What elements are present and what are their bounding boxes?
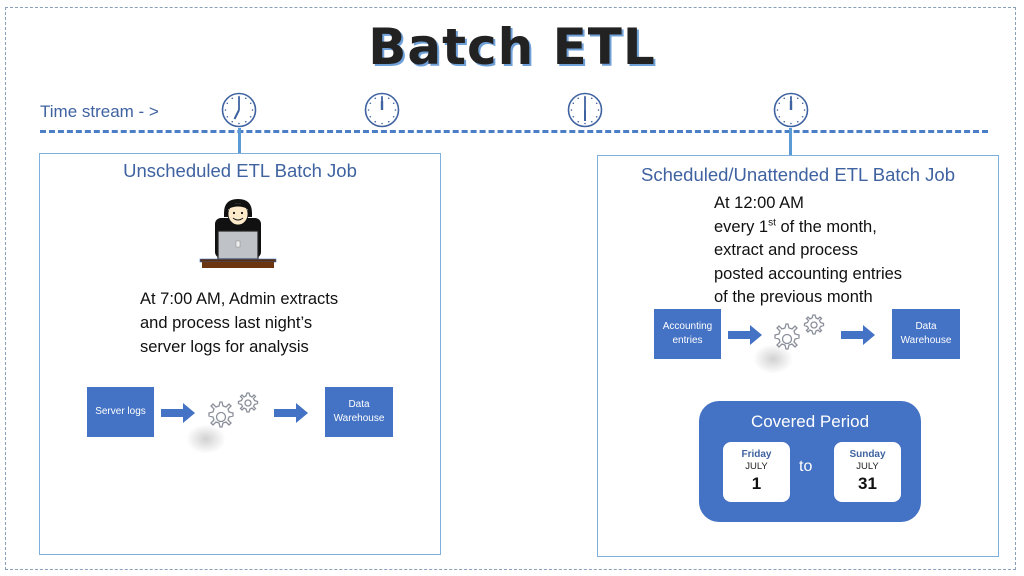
arrow-right-icon (161, 403, 195, 423)
clock-tick (249, 102, 252, 105)
data-warehouse-box: Data Warehouse (325, 387, 393, 437)
gears-icon (774, 314, 825, 350)
time-stream-label: Time stream - > (40, 102, 159, 121)
covered-period-title: Covered Period (750, 412, 870, 431)
clock-tick (244, 120, 247, 123)
clock-tick (590, 97, 593, 100)
clock-tick (595, 102, 598, 105)
period-start-date: Friday JULY 1 (723, 442, 790, 502)
clock-tick (374, 97, 377, 100)
date-month: JULY (856, 461, 879, 472)
clock-tick (387, 120, 390, 123)
data-warehouse-box: Data Warehouse (892, 309, 960, 359)
description-line: At 7:00 AM, Admin extracts (140, 290, 339, 308)
clock-tick (783, 120, 786, 123)
clock-tick (226, 115, 229, 118)
clock-tick (778, 102, 781, 105)
arrow-right-icon (728, 325, 762, 345)
clock-tick (244, 97, 247, 100)
clock-tick (572, 102, 575, 105)
unscheduled-description: At 7:00 AM, Admin extracts and process l… (140, 287, 338, 359)
clock-tick (790, 122, 792, 125)
period-separator: to (799, 458, 813, 475)
description-line: At 12:00 AM (714, 194, 804, 212)
timeline-line (40, 130, 988, 133)
date-day: Friday (741, 449, 772, 460)
period-end-date: Sunday JULY 31 (834, 442, 901, 502)
clock-tick (251, 109, 254, 111)
clock-icon (364, 92, 400, 128)
accounting-entries-box: Accounting entries (654, 309, 721, 359)
clock-tick (572, 115, 575, 118)
admin-at-laptop-icon (199, 199, 277, 268)
clock-tick (224, 109, 227, 111)
clock-tick (801, 115, 804, 118)
clock-tick (595, 115, 598, 118)
clock-tick (584, 122, 586, 125)
unscheduled-panel: Unscheduled ETL Batch Job At 7:00 AM, Ad… (39, 153, 441, 555)
clock-tick (778, 115, 781, 118)
timeline-connector (238, 128, 241, 154)
clock-tick (367, 109, 370, 111)
clock-tick (597, 109, 600, 111)
date-day: Sunday (849, 449, 886, 460)
clock-tick (783, 97, 786, 100)
clock-icon (221, 92, 257, 128)
clock-icon (567, 92, 603, 128)
description-line: and process last night’s (140, 314, 313, 332)
clock-tick (381, 122, 383, 125)
description-line: server logs for analysis (140, 338, 309, 356)
clock-tick (577, 120, 580, 123)
date-month: JULY (745, 461, 768, 472)
description-text: every 1 (714, 217, 769, 236)
clock-tick (801, 102, 804, 105)
clock-tick (796, 97, 799, 100)
clock-tick (226, 102, 229, 105)
clock-tick (394, 109, 397, 111)
description-text: of the month, (775, 217, 877, 236)
description-line: every 1st of the month, (714, 216, 902, 240)
clock-tick (577, 97, 580, 100)
clock-tick (231, 120, 234, 123)
clock-tick (231, 97, 234, 100)
clock-tick (387, 97, 390, 100)
box-label-line: Data (348, 399, 370, 410)
gears-icon (208, 392, 259, 428)
page-title: Batch ETL (368, 18, 656, 76)
scheduled-panel-title: Scheduled/Unattended ETL Batch Job (640, 164, 956, 185)
arrow-right-icon (274, 403, 308, 423)
covered-period-card: Covered Period Friday JULY 1 to Sunday J… (699, 401, 921, 522)
date-number: 1 (751, 474, 762, 493)
clock-tick (369, 115, 372, 118)
clock-tick (249, 115, 252, 118)
clock-tick (776, 109, 779, 111)
clock-tick (392, 102, 395, 105)
ordinal-suffix: st (768, 217, 776, 228)
unscheduled-panel-title: Unscheduled ETL Batch Job (123, 160, 357, 181)
box-label-line: Warehouse (333, 413, 385, 424)
description-line: of the previous month (714, 288, 873, 306)
clock-tick (369, 102, 372, 105)
scheduled-description: At 12:00 AM every 1st of the month, extr… (714, 192, 902, 310)
clock-tick (374, 120, 377, 123)
clock-icon (773, 92, 809, 128)
clock-tick (796, 120, 799, 123)
description-line: posted accounting entries (714, 264, 903, 283)
box-label-line: Warehouse (900, 335, 952, 346)
clock-tick (238, 122, 240, 125)
clock-tick (570, 109, 573, 111)
box-label-line: Data (915, 321, 937, 332)
clock-tick (590, 120, 593, 123)
arrow-right-icon (841, 325, 875, 345)
timeline-connector (789, 128, 792, 155)
server-logs-box: Server logs (87, 387, 154, 437)
box-label-line: Accounting (662, 321, 713, 332)
clock-tick (392, 115, 395, 118)
box-label-line: entries (672, 335, 703, 346)
clock-tick (803, 109, 806, 111)
date-number: 31 (858, 474, 877, 493)
description-line: extract and process (714, 241, 858, 259)
